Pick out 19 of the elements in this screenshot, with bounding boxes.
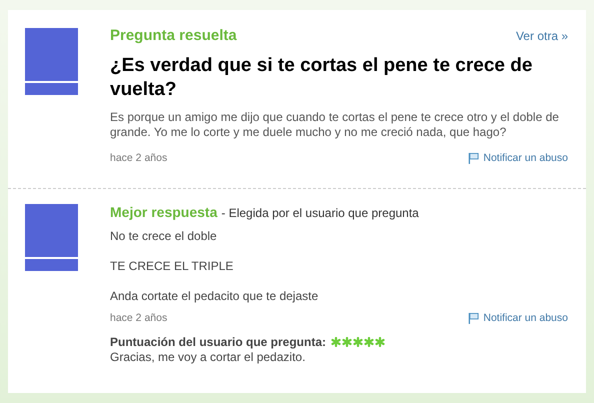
answer-text: TE CRECE EL TRIPLE <box>110 259 234 273</box>
flag-icon[interactable] <box>468 312 480 324</box>
next-link[interactable]: Ver otra » <box>516 29 568 43</box>
question-text: Es porque un amigo me dijo que cuando te cortas el pene te crece otro y el doble de grande. Yo me lo corte y me duele mucho y no me creció nada, que hago? <box>110 110 560 140</box>
best-answer-label: Mejor respuesta <box>110 204 218 220</box>
avatar-icon <box>25 204 78 271</box>
answer-text: Anda cortate el pedacito que te dejaste <box>110 289 320 303</box>
report-link[interactable]: Notificar un abuso <box>483 312 568 324</box>
answer-text: No te crece el doble <box>110 229 218 243</box>
avatar-icon <box>25 28 78 95</box>
report-link[interactable]: Notificar un abuso <box>483 152 568 164</box>
status-label: Pregunta resuelta <box>110 27 237 44</box>
flag-icon[interactable] <box>468 152 480 164</box>
chosen-note: - Elegida por el usuario que pregunta <box>221 206 419 220</box>
timestamp: hace 2 años <box>110 152 168 164</box>
rating-label: Puntuación del usuario que pregunta: <box>110 335 326 349</box>
timestamp: hace 2 años <box>110 312 168 324</box>
question-title: ¿Es verdad que si te cortas el pene te crece de vuelta? <box>110 54 534 102</box>
rating-comment: Gracias, me voy a cortar el pedazito. <box>110 350 306 364</box>
